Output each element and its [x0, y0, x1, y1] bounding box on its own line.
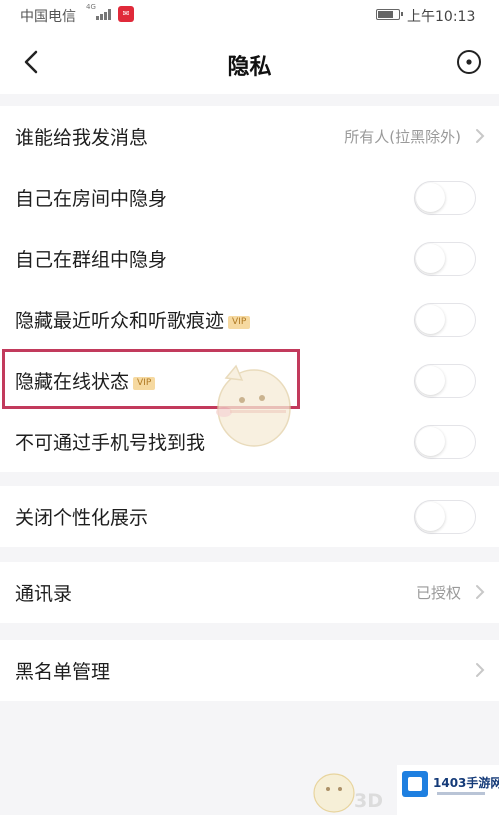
carrier-name: 中国电信	[20, 9, 76, 25]
chevron-right-icon	[476, 585, 485, 599]
row-address-book[interactable]: 通讯录 已授权	[0, 562, 499, 623]
toggle-knob	[416, 502, 445, 531]
invisible-in-group-toggle[interactable]	[414, 242, 476, 276]
app-notification-icon: ✉	[118, 6, 134, 22]
vip-badge: VIP	[133, 377, 156, 390]
battery-icon	[376, 9, 403, 20]
row-label: 通讯录	[15, 583, 73, 605]
toggle-knob	[416, 183, 445, 212]
row-label: 隐藏在线状态 VIP	[15, 367, 156, 394]
brand-url-line	[437, 792, 485, 795]
close-personalized-toggle[interactable]	[414, 500, 476, 534]
page-title: 隐私	[227, 55, 272, 80]
row-value: 已授权	[415, 584, 461, 602]
row-blacklist-manage[interactable]: 黑名单管理	[0, 640, 499, 701]
row-close-personalized: 关闭个性化展示	[0, 486, 499, 547]
status-time: 上午10:13	[407, 9, 476, 25]
invisible-in-room-toggle[interactable]	[414, 181, 476, 215]
row-label: 不可通过手机号找到我	[15, 432, 206, 454]
brand-watermark: 1403手游网	[397, 765, 499, 815]
row-who-can-message[interactable]: 谁能给我发消息 所有人(拉黑除外)	[0, 106, 499, 167]
more-button[interactable]	[452, 45, 486, 79]
hide-recent-listeners-toggle[interactable]	[414, 303, 476, 337]
signal-icon	[96, 9, 112, 20]
network-type: 4G	[86, 3, 96, 11]
row-label: 隐藏最近听众和听歌痕迹 VIP	[15, 306, 251, 333]
status-bar: 中国电信 4G ✉ 上午10:13	[0, 0, 499, 32]
row-label: 自己在房间中隐身	[15, 188, 168, 210]
chevron-right-icon	[476, 663, 485, 677]
mascot-watermark-icon	[216, 364, 291, 447]
row-label: 自己在群组中隐身	[15, 249, 168, 271]
row-hide-recent-listeners: 隐藏最近听众和听歌痕迹 VIP	[0, 289, 499, 350]
hide-online-status-toggle[interactable]	[414, 364, 476, 398]
toggle-knob	[416, 366, 445, 395]
row-invisible-in-group: 自己在群组中隐身	[0, 228, 499, 289]
toggle-knob	[416, 305, 445, 334]
no-find-by-phone-toggle[interactable]	[414, 425, 476, 459]
row-label: 关闭个性化展示	[15, 507, 149, 529]
nav-bar: 隐私	[0, 32, 499, 94]
brand-logo-icon	[402, 771, 428, 797]
vip-badge: VIP	[228, 316, 251, 329]
brand-name: 1403手游网	[433, 776, 499, 790]
watermark-3d-text: 3D	[354, 790, 383, 812]
row-label: 黑名单管理	[15, 661, 111, 683]
privacy-section-contacts: 通讯录 已授权	[0, 562, 499, 623]
battery-level-fill	[378, 11, 393, 18]
chevron-right-icon	[476, 129, 485, 143]
row-value: 所有人(拉黑除外)	[344, 128, 461, 146]
row-label: 谁能给我发消息	[15, 127, 149, 149]
circle-dot-icon	[457, 50, 481, 74]
row-label-text: 隐藏在线状态	[15, 371, 130, 393]
privacy-section-personalization: 关闭个性化展示	[0, 486, 499, 547]
privacy-section-blacklist: 黑名单管理	[0, 640, 499, 701]
row-label-text: 隐藏最近听众和听歌痕迹	[15, 310, 225, 332]
toggle-knob	[416, 427, 445, 456]
toggle-knob	[416, 244, 445, 273]
row-invisible-in-room: 自己在房间中隐身	[0, 167, 499, 228]
